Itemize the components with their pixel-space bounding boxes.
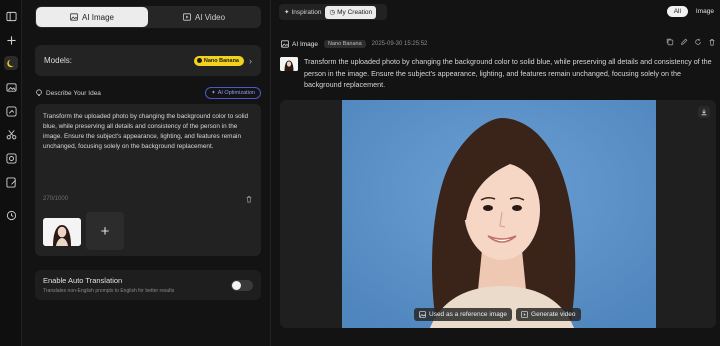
entry-prompt-text: Transform the uploaded photo by changing…	[304, 57, 712, 90]
generate-video-label: Generate video	[531, 311, 576, 318]
models-label: Models:	[44, 56, 73, 65]
trash-icon[interactable]	[245, 195, 253, 203]
filter-all[interactable]: All	[666, 6, 688, 17]
image-icon	[69, 13, 78, 21]
auto-translation-row: Enable Auto Translation Translates non-E…	[35, 270, 261, 300]
result-canvas: Used as a reference image Generate video	[280, 100, 716, 328]
tab-inspiration-label: Inspiration	[291, 8, 322, 16]
download-icon	[701, 109, 707, 116]
clock-icon: ◷	[329, 9, 336, 16]
model-selector[interactable]: Models: Nano Banana ›	[35, 45, 261, 76]
entry-type-label: AI Image	[292, 40, 319, 48]
add-image-button[interactable]: +	[86, 212, 124, 250]
copy-icon[interactable]	[666, 38, 674, 46]
auto-translation-title: Enable Auto Translation	[43, 276, 123, 285]
ai-optimization-button[interactable]: ✦ AI Optimization	[205, 87, 261, 99]
image-icon	[419, 311, 426, 318]
delete-icon[interactable]	[708, 38, 716, 46]
auto-translation-subtitle: Translates non-English prompts to Englis…	[43, 288, 175, 294]
banana-icon	[196, 58, 202, 63]
video-icon	[182, 13, 191, 21]
filter-image[interactable]: Image	[696, 8, 714, 15]
plus-icon[interactable]	[4, 33, 18, 47]
image-icon	[281, 40, 289, 48]
auto-translation-toggle[interactable]	[231, 280, 253, 291]
entry-timestamp: 2025-09-30 15:25:52	[371, 41, 428, 47]
use-as-reference-label: Used as a reference image	[429, 311, 508, 318]
describe-row: Describe Your Idea ✦ AI Optimization	[35, 86, 261, 100]
mode-tabs: AI Image AI Video	[35, 6, 261, 28]
lightbulb-icon	[36, 89, 42, 96]
tab-ai-image-label: AI Image	[81, 12, 114, 22]
edit-photo-icon[interactable]	[4, 175, 18, 189]
sparkle-icon: ✦	[284, 9, 290, 16]
download-button[interactable]	[698, 106, 710, 118]
sparkle-icon: ✦	[211, 90, 216, 96]
describe-label: Describe Your Idea	[46, 89, 101, 97]
portrait-thumbnail-icon	[43, 218, 81, 246]
result-actions: Used as a reference image Generate video	[414, 308, 581, 321]
creation-tabs: ✦ Inspiration ◷ My Creation	[279, 4, 387, 20]
portrait-thumbnail-icon	[280, 57, 298, 71]
generation-panel: AI Image AI Video Models: Nano Banana › …	[27, 0, 269, 346]
results-panel: ✦ Inspiration ◷ My Creation All Image AI…	[271, 0, 720, 346]
regenerate-icon[interactable]	[694, 38, 702, 46]
entry-header: AI Image Nano Banana 2025-09-30 15:25:52	[281, 38, 713, 50]
entry-type: AI Image	[281, 40, 318, 48]
prompt-input[interactable]: Transform the uploaded photo by changing…	[35, 104, 261, 256]
entry-actions	[666, 38, 716, 46]
image-edit-icon[interactable]	[4, 104, 18, 118]
result-image[interactable]	[342, 100, 656, 328]
char-count: 270/1000	[43, 196, 69, 202]
plus-icon: +	[100, 222, 110, 240]
tab-my-creation-label: My Creation	[337, 8, 373, 16]
left-rail	[0, 0, 22, 346]
moon-icon[interactable]	[4, 56, 18, 70]
use-as-reference-button[interactable]: Used as a reference image	[414, 308, 513, 321]
type-filters: All Image	[666, 6, 714, 17]
face-swap-icon[interactable]	[4, 151, 18, 165]
sidebar-toggle-icon[interactable]	[4, 9, 18, 23]
uploaded-image-thumbnail[interactable]	[43, 218, 81, 246]
entry-model-tag: Nano Banana	[324, 40, 366, 48]
image-gen-icon[interactable]	[4, 80, 18, 94]
history-icon[interactable]	[4, 208, 18, 222]
model-name: Nano Banana	[203, 57, 239, 64]
entry-source-thumbnail[interactable]	[280, 57, 298, 71]
prompt-text[interactable]: Transform the uploaded photo by changing…	[43, 112, 255, 152]
tab-ai-video[interactable]: AI Video	[148, 7, 260, 27]
generate-video-button[interactable]: Generate video	[516, 308, 581, 321]
tab-ai-video-label: AI Video	[194, 12, 226, 22]
tab-ai-image[interactable]: AI Image	[36, 7, 148, 27]
ai-optimization-label: AI Optimization	[217, 90, 255, 96]
tab-inspiration[interactable]: ✦ Inspiration	[280, 6, 325, 19]
chevron-right-icon: ›	[249, 55, 252, 66]
video-icon	[521, 311, 529, 318]
portrait-image	[342, 100, 656, 328]
edit-icon[interactable]	[680, 38, 688, 46]
tab-my-creation[interactable]: ◷ My Creation	[325, 5, 377, 19]
scissors-icon[interactable]	[4, 127, 18, 141]
model-badge: Nano Banana	[193, 55, 244, 66]
toggle-knob	[232, 281, 241, 290]
